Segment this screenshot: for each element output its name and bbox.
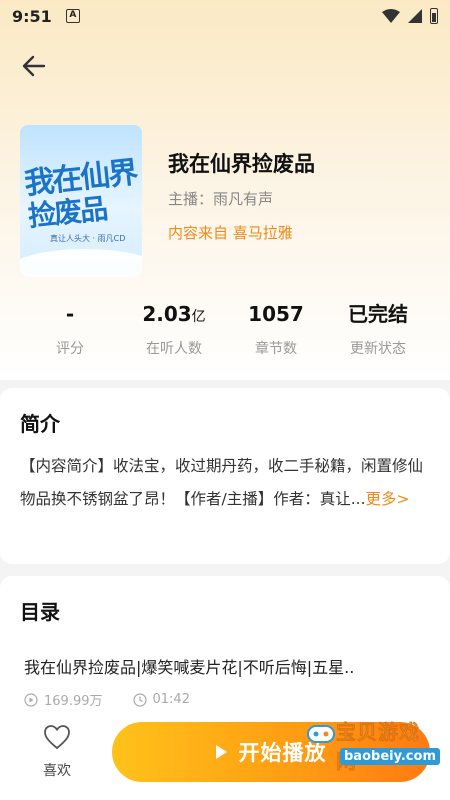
play-icon	[215, 745, 227, 759]
more-link[interactable]: 更多>	[366, 490, 410, 508]
like-button[interactable]: 喜欢	[32, 724, 82, 780]
stats-row: - 评分 2.03亿 在听人数 1057 章节数 已完结 更新状态	[0, 300, 450, 360]
play-count: 169.99万	[44, 694, 103, 709]
book-host[interactable]: 主播：雨凡有声	[168, 188, 273, 209]
cover-cloud	[20, 249, 142, 277]
stat-label: 在听人数	[146, 341, 202, 357]
stat-label: 章节数	[255, 341, 297, 357]
toc-heading: 目录	[20, 600, 60, 624]
intro-body: 【内容简介】收法宝，收过期丹药，收二手秘籍，闲置修仙物品换不锈钢盆了昂！【作者/…	[20, 457, 424, 508]
content-source: 内容来自 喜马拉雅	[168, 224, 293, 242]
clock-icon	[132, 692, 147, 707]
cover-title-line2: 捡废品	[26, 192, 108, 233]
watermark: 宝贝游戏网 baobeiy.com	[306, 712, 440, 782]
watermark-text: 宝贝游戏网	[336, 720, 420, 774]
signal-icon	[408, 9, 422, 23]
stat-value: 1057	[248, 302, 304, 326]
notification-a-icon: A	[65, 9, 80, 23]
stat-value: -	[65, 302, 75, 326]
intro-card: 简介 【内容简介】收法宝，收过期丹药，收二手秘籍，闲置修仙物品换不锈钢盆了昂！【…	[0, 388, 450, 564]
episode-title[interactable]: 我在仙界捡废品|爆笑喊麦片花|不听后悔|五星..	[24, 654, 354, 678]
status-bar: 9:51 A	[0, 0, 450, 32]
status-icons	[382, 8, 438, 24]
stat-value: 已完结	[348, 302, 408, 326]
status-time: 9:51	[12, 6, 52, 26]
play-count-icon	[24, 692, 38, 707]
episode-meta: 169.99万 01:42	[24, 690, 190, 709]
watermark-url: baobeiy.com	[340, 748, 440, 765]
episode-duration: 01:42	[152, 692, 190, 707]
like-label: 喜欢	[43, 763, 71, 779]
book-title: 我在仙界捡废品	[168, 152, 315, 176]
cover-credits: 真让人头大 · 雨凡CD	[50, 234, 126, 243]
stat-chapters: 1057 章节数	[226, 300, 326, 358]
stat-label: 评分	[56, 341, 84, 357]
intro-heading: 简介	[20, 412, 60, 436]
stat-label: 更新状态	[350, 341, 406, 357]
book-cover: 我在仙界 捡废品 真让人头大 · 雨凡CD	[20, 125, 142, 277]
stat-value: 2.03亿	[142, 302, 206, 326]
stat-rating: - 评分	[20, 300, 120, 358]
stat-update-status: 已完结 更新状态	[328, 300, 428, 358]
back-arrow-icon[interactable]	[20, 52, 48, 80]
heart-icon	[44, 725, 70, 750]
wifi-icon	[382, 9, 400, 23]
stat-listeners: 2.03亿 在听人数	[124, 300, 224, 358]
intro-text: 【内容简介】收法宝，收过期丹药，收二手秘籍，闲置修仙物品换不锈钢盆了昂！【作者/…	[20, 450, 430, 516]
battery-icon	[430, 8, 438, 24]
gamepad-logo-icon	[307, 725, 335, 743]
